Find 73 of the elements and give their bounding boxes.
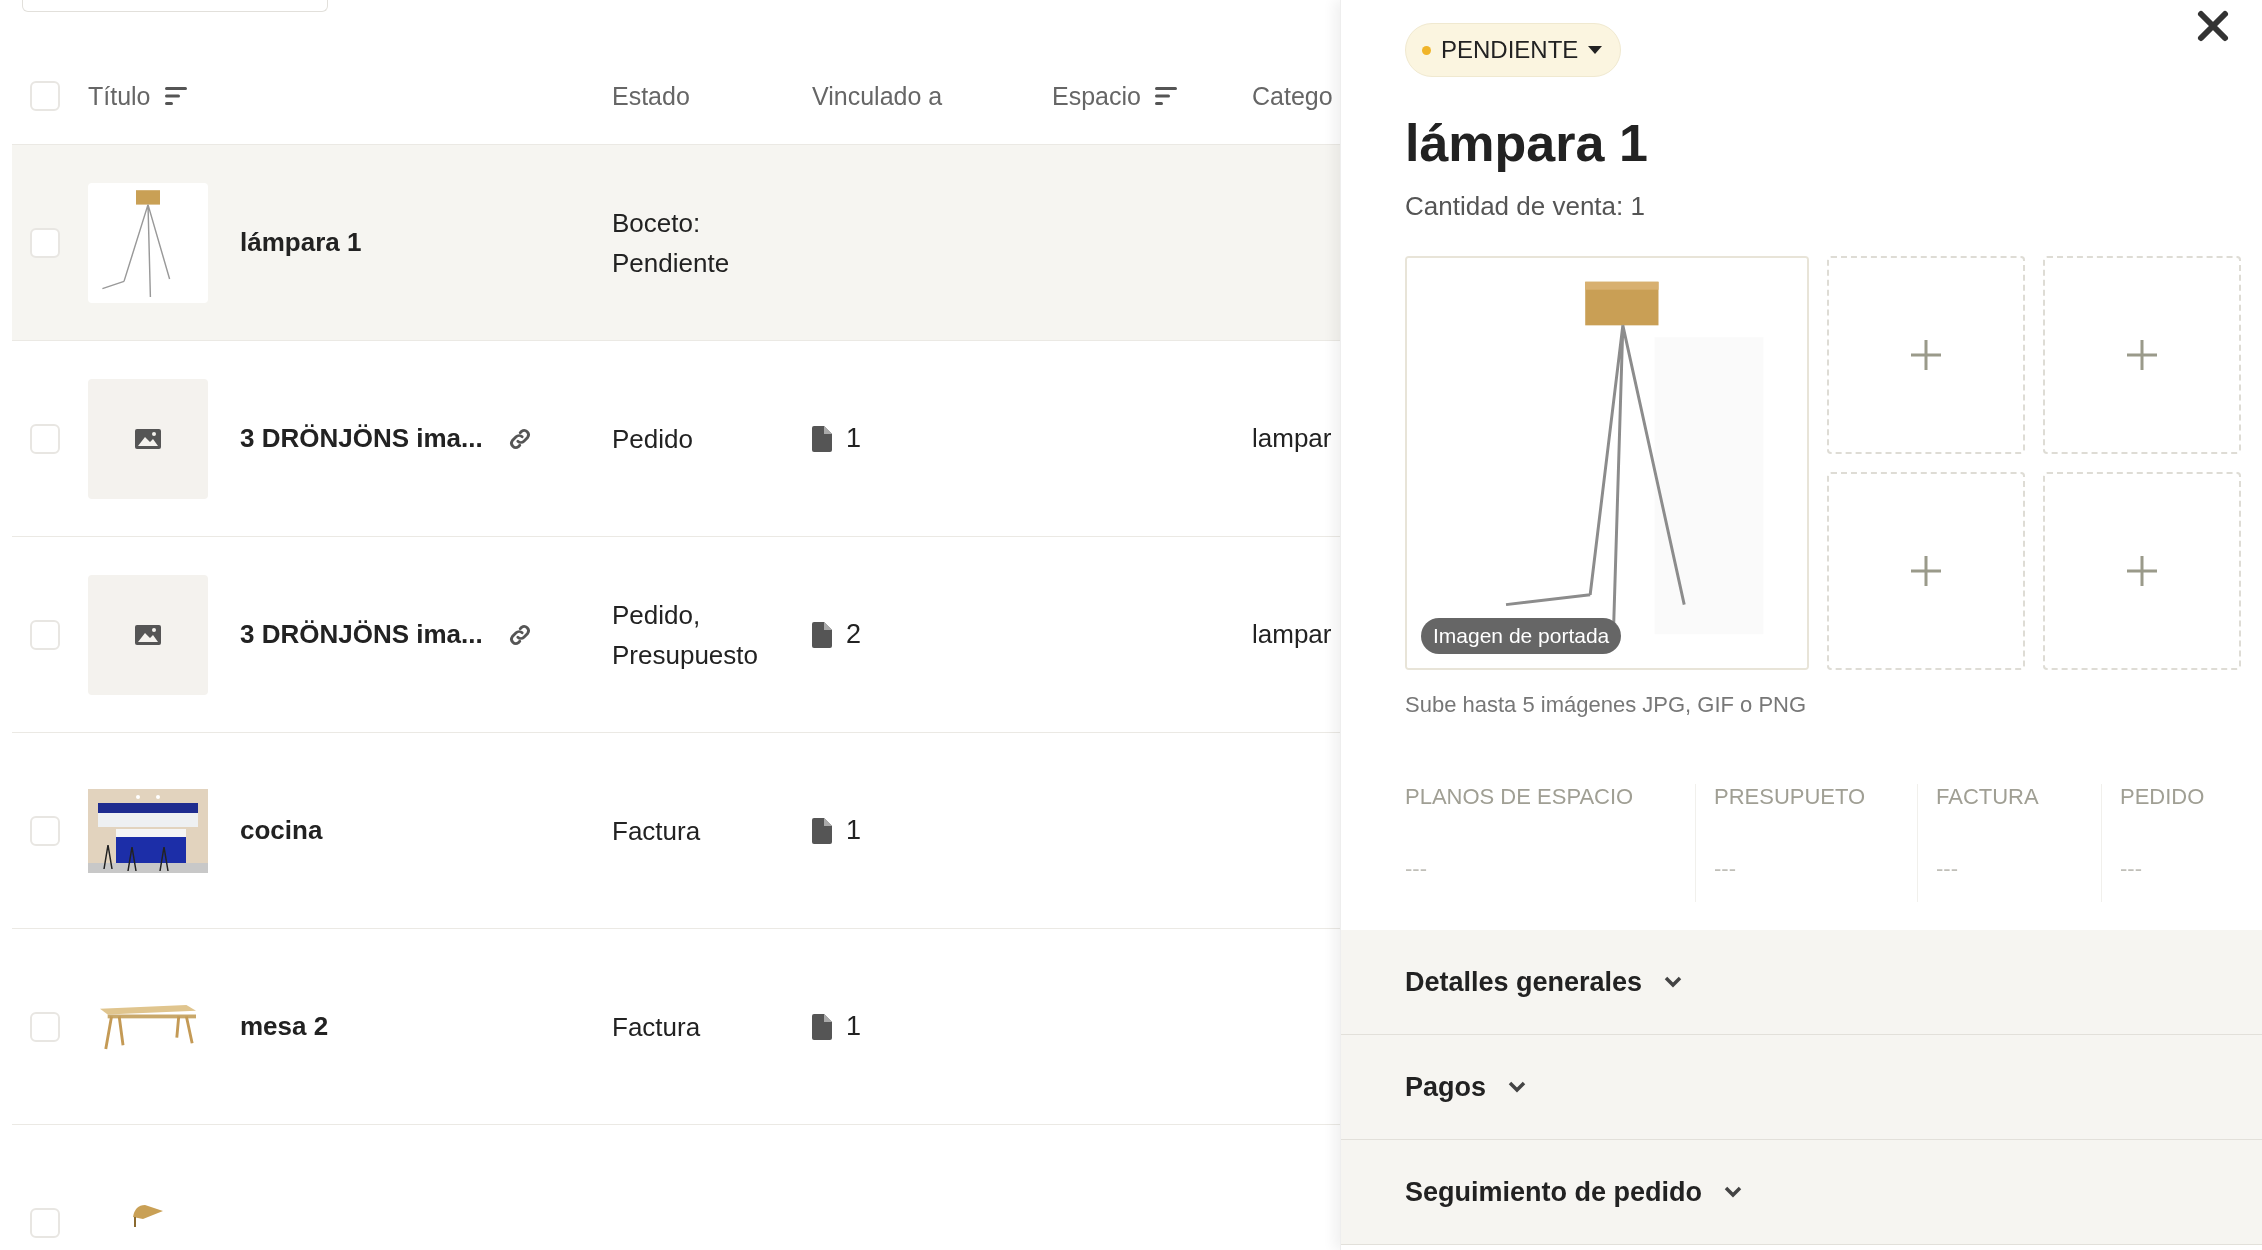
document-label: FACTURA <box>1936 784 2040 810</box>
status-text: Pedido <box>612 423 693 454</box>
document-count: 1 <box>846 815 862 846</box>
item-title: mesa 2 <box>240 1011 329 1042</box>
document-value: --- <box>1714 856 1737 882</box>
item-title: lámpara 1 <box>240 227 362 258</box>
document-icon <box>812 1013 832 1040</box>
checkbox[interactable] <box>30 1011 60 1042</box>
sort-icon[interactable] <box>1154 86 1179 106</box>
document-icon <box>812 621 832 648</box>
chevron-icon <box>1724 1186 1742 1198</box>
table-row[interactable]: cocina Factura 1 <box>12 733 1340 929</box>
plus-icon <box>2127 556 2157 586</box>
column-header[interactable]: Título <box>88 81 151 111</box>
close-icon <box>2195 8 2231 44</box>
table-row[interactable]: 3 DRÖNJÖNS ima... Pedido 1 lampar <box>12 341 1340 537</box>
document-value: --- <box>1405 856 1428 882</box>
checkbox[interactable] <box>30 1207 60 1238</box>
plus-icon <box>1911 340 1941 370</box>
chevron-icon <box>1664 976 1683 988</box>
status-text: Boceto: Pendiente <box>612 207 730 278</box>
accordion-header[interactable]: Detalles generales <box>1341 930 2262 1035</box>
add-image-slot[interactable] <box>1827 256 2025 454</box>
category-text: lampar <box>1252 619 1332 649</box>
item-title: 3 DRÖNJÖNS ima... <box>240 619 483 650</box>
document-count: 2 <box>846 619 862 650</box>
status-text: Factura <box>612 1011 701 1042</box>
add-image-slot[interactable] <box>2043 472 2241 670</box>
upload-hint: Sube hasta 5 imágenes JPG, GIF o PNG <box>1405 692 1808 718</box>
document-label: PEDIDO <box>2120 784 2206 810</box>
checkbox[interactable] <box>30 619 60 650</box>
document-label: PLANOS DE ESPACIO <box>1405 784 1635 810</box>
document-value: --- <box>2120 856 2143 882</box>
checkbox[interactable] <box>30 81 60 111</box>
status-text: Factura <box>612 815 701 846</box>
add-image-slot[interactable] <box>2043 256 2241 454</box>
chevron-icon <box>1508 1081 1527 1093</box>
plus-icon <box>2127 340 2157 370</box>
add-image-slot[interactable] <box>1827 472 2025 670</box>
category-text: lampar <box>1252 423 1332 453</box>
document-count: 1 <box>846 1011 862 1042</box>
checkbox[interactable] <box>30 423 60 454</box>
item-title: 3 DRÖNJÖNS ima... <box>240 423 483 454</box>
column-header[interactable]: Catego <box>1252 81 1333 111</box>
table-row[interactable]: mesa 2 Factura 1 <box>12 929 1340 1125</box>
image-icon <box>134 623 162 646</box>
item-title: cocina <box>240 815 323 846</box>
plus-icon <box>1911 556 1941 586</box>
input-field[interactable] <box>22 0 328 12</box>
sale-quantity: Cantidad de venta: 1 <box>1405 191 1646 222</box>
table-row[interactable]: lámpara 1 Boceto: Pendiente <box>12 145 1340 341</box>
document-label: PRESUPUETO <box>1714 784 1867 810</box>
image-icon <box>134 427 162 450</box>
document-value: --- <box>1936 856 1959 882</box>
status-dot-icon <box>1422 45 1431 55</box>
document-icon <box>812 817 832 844</box>
document-count: 1 <box>846 423 862 454</box>
cover-image[interactable]: Imagen de portada <box>1405 256 1809 670</box>
checkbox[interactable] <box>30 227 60 258</box>
status-text: Pedido, Presupuesto <box>612 599 758 670</box>
sort-icon[interactable] <box>164 86 189 106</box>
column-header[interactable]: Espacio <box>1052 81 1141 111</box>
cover-label: Imagen de portada <box>1421 618 1622 654</box>
table-row[interactable]: 3 DRÖNJÖNS ima... Pedido, Presupuesto 2 lampar <box>12 537 1340 733</box>
column-header[interactable]: Vinculado a <box>812 81 943 111</box>
status-dropdown[interactable]: PENDIENTE <box>1405 23 1622 77</box>
item-title: lámpara 1 <box>1405 113 1649 173</box>
caret-icon <box>1588 46 1603 54</box>
accordion-header[interactable]: Pagos <box>1341 1035 2262 1140</box>
accordion-header[interactable]: Seguimiento de pedido <box>1341 1140 2262 1245</box>
checkbox[interactable] <box>30 815 60 846</box>
document-icon <box>812 425 832 452</box>
column-header[interactable]: Estado <box>612 81 690 111</box>
